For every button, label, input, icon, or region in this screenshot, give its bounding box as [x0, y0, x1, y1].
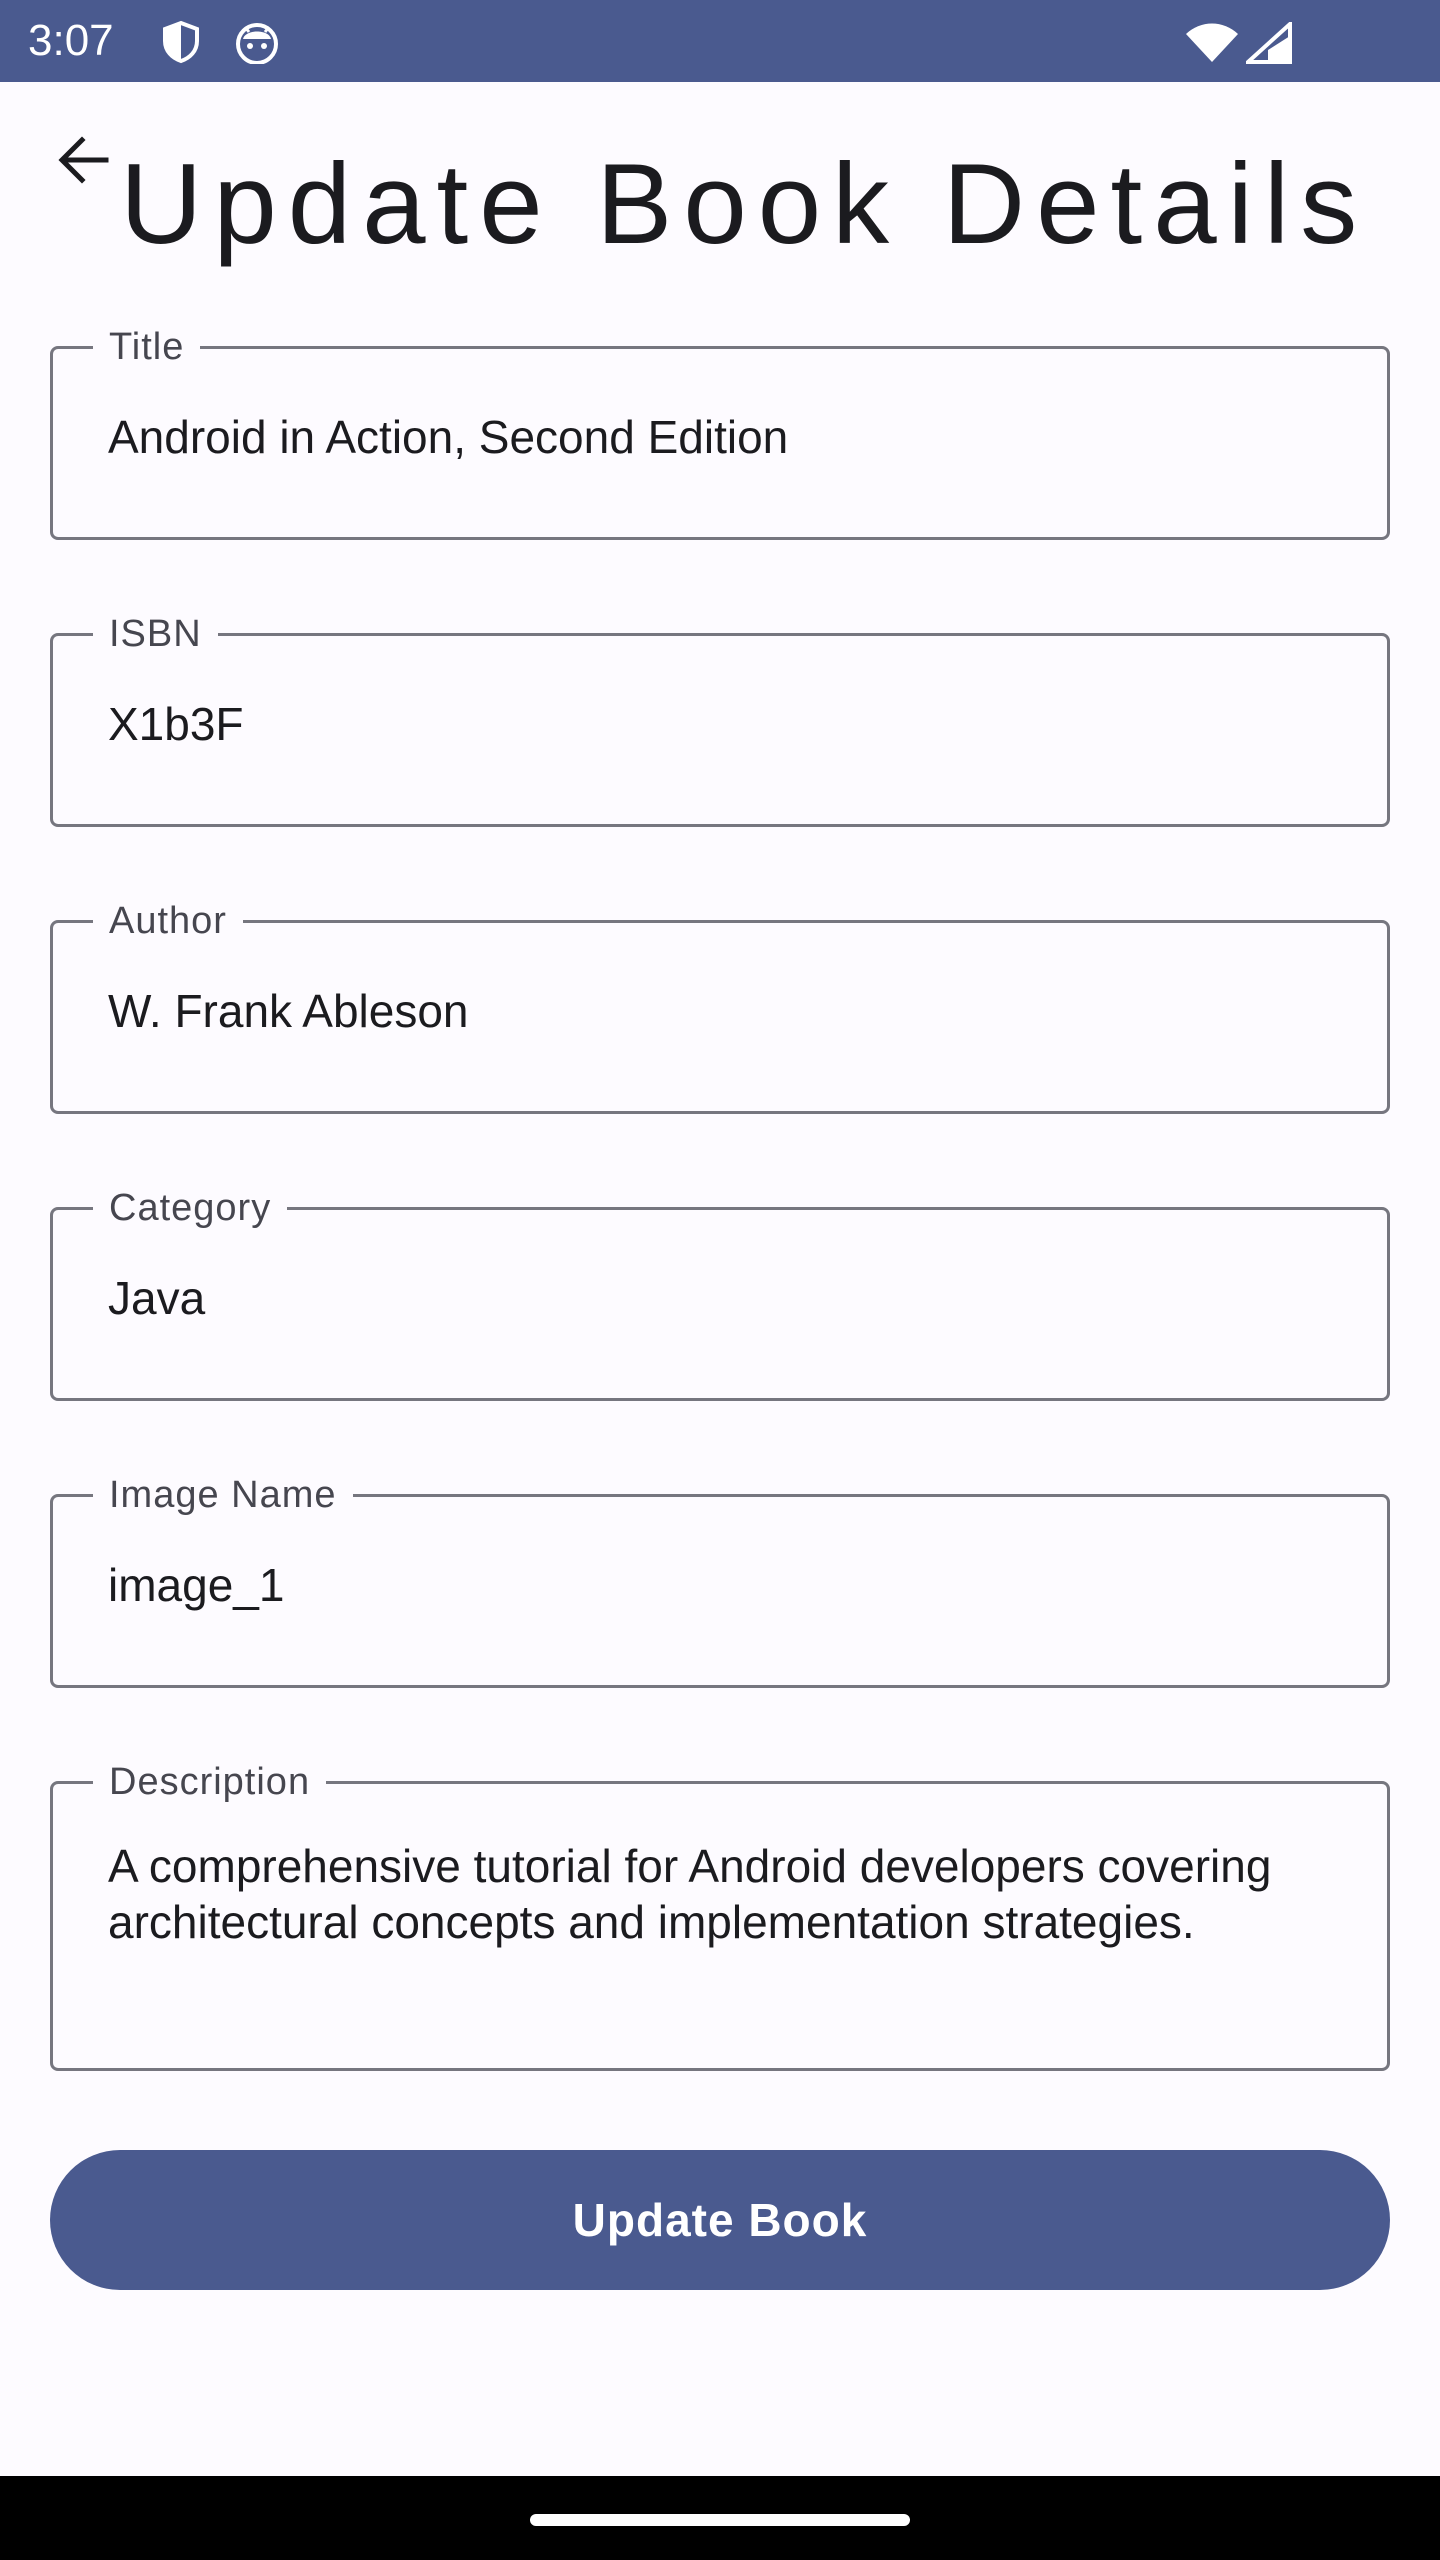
- title-field-value: Android in Action, Second Edition: [108, 411, 789, 463]
- signal-icon: [1242, 19, 1292, 69]
- description-field[interactable]: Description A comprehensive tutorial for…: [50, 1762, 1390, 2071]
- android-face-icon: [234, 20, 280, 69]
- isbn-field-value: X1b3F: [108, 698, 244, 750]
- arrow-back-icon: [56, 132, 112, 193]
- image-name-field[interactable]: Image Name image_1: [50, 1475, 1390, 1688]
- app-bar: Update Book Details: [0, 82, 1440, 312]
- home-handle[interactable]: [530, 2514, 910, 2526]
- title-field[interactable]: Title Android in Action, Second Edition: [50, 327, 1390, 540]
- isbn-field-label: ISBN: [93, 614, 218, 654]
- category-field-value: Java: [108, 1272, 206, 1324]
- status-bar: 3:07: [0, 0, 1440, 82]
- back-button[interactable]: [48, 132, 120, 204]
- shield-icon: [160, 20, 202, 69]
- page-title: Update Book Details: [120, 141, 1369, 268]
- update-book-button[interactable]: Update Book: [50, 2150, 1390, 2290]
- description-field-value: A comprehensive tutorial for Android dev…: [108, 1840, 1272, 1948]
- author-field-value: W. Frank Ableson: [108, 985, 469, 1037]
- image-name-field-label: Image Name: [93, 1475, 353, 1515]
- wifi-icon: [1184, 22, 1240, 69]
- author-field[interactable]: Author W. Frank Ableson: [50, 901, 1390, 1114]
- title-field-label: Title: [93, 327, 201, 367]
- isbn-field[interactable]: ISBN X1b3F: [50, 614, 1390, 827]
- category-field[interactable]: Category Java: [50, 1188, 1390, 1401]
- category-field-label: Category: [93, 1188, 288, 1228]
- author-field-label: Author: [93, 901, 243, 941]
- status-time: 3:07: [28, 16, 114, 65]
- description-field-label: Description: [93, 1762, 327, 1802]
- image-name-field-value: image_1: [108, 1559, 285, 1611]
- navigation-bar: [0, 2476, 1440, 2560]
